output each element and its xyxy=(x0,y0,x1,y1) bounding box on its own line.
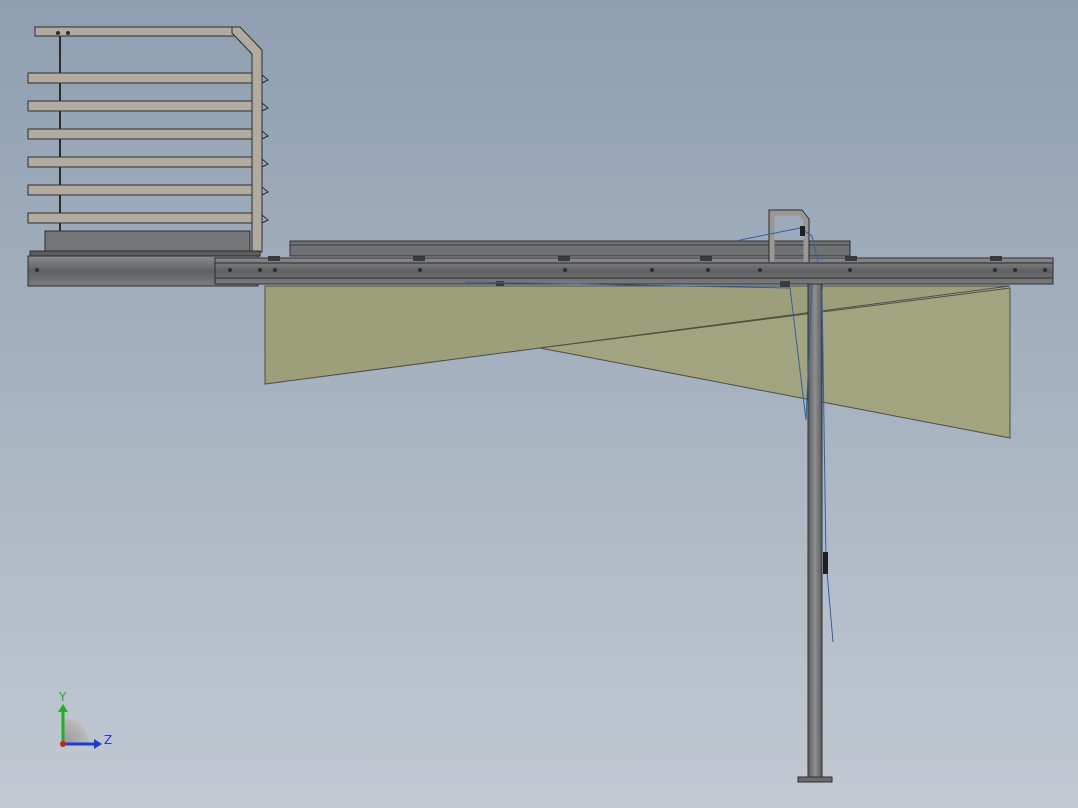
triad-z-arrow xyxy=(94,739,102,749)
railing-top-rail xyxy=(34,26,236,37)
beam-right-section xyxy=(214,257,1054,285)
deck-plate-body xyxy=(289,240,851,257)
railing-top-bolt xyxy=(56,31,60,35)
guard-railing[interactable] xyxy=(27,26,269,257)
coordinate-triad-icon: Y Z xyxy=(58,690,112,749)
main-beam[interactable] xyxy=(27,255,1054,287)
railing-base-foot xyxy=(29,250,261,257)
triad-z-label: Z xyxy=(104,733,112,747)
triad-x-origin xyxy=(60,741,66,747)
post-base-plate xyxy=(797,776,833,783)
railing-top-bolt-2 xyxy=(66,31,70,35)
railing-slat-tabs xyxy=(261,74,269,224)
railing-slats xyxy=(27,72,253,224)
deck-plate[interactable] xyxy=(289,240,851,257)
triad-y-arrow xyxy=(58,704,68,712)
triad-y-label: Y xyxy=(58,690,67,704)
shade-sail[interactable] xyxy=(264,285,1011,439)
railing-base-block xyxy=(44,230,251,254)
triad-quadrant xyxy=(63,718,89,744)
cad-viewport[interactable]: Y Z xyxy=(0,0,1078,808)
post-column xyxy=(807,281,823,780)
